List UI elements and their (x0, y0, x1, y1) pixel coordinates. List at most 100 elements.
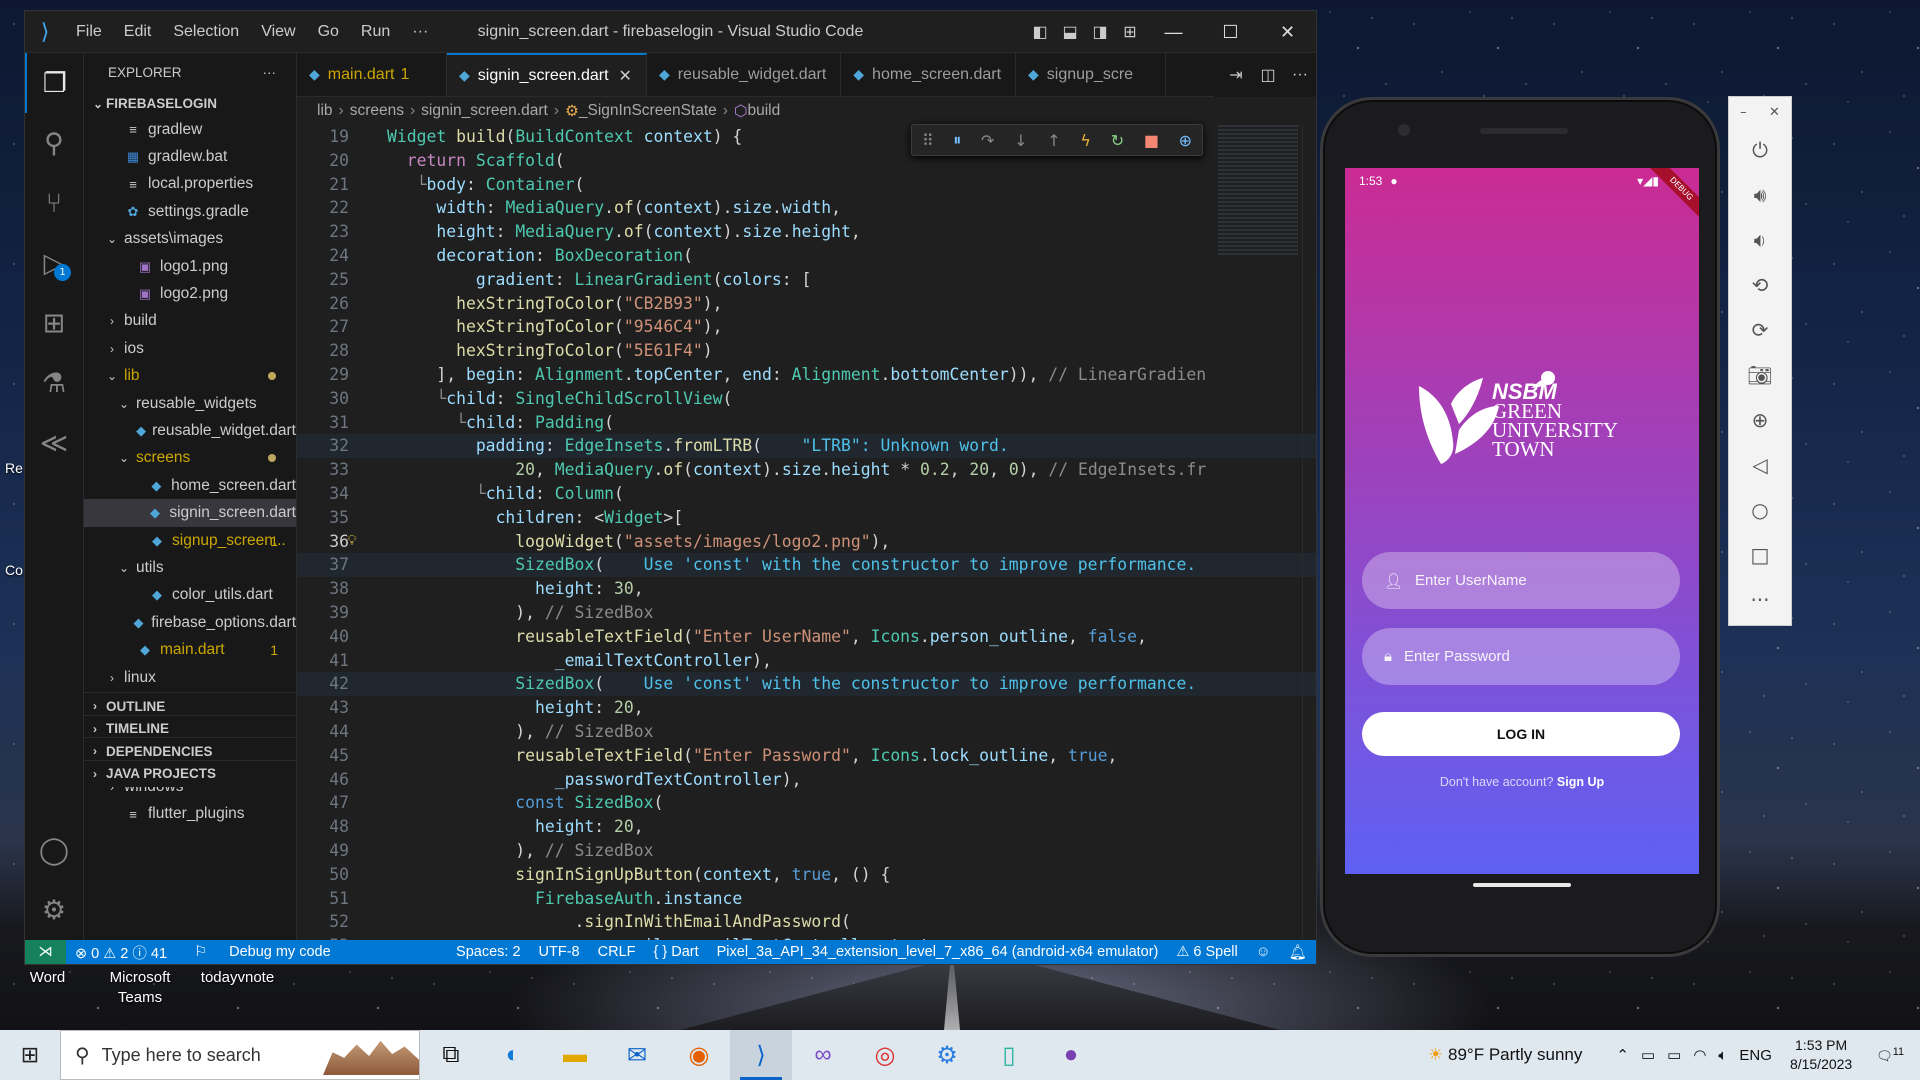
volume-down-icon[interactable]: 🔉︎ (1729, 217, 1791, 262)
username-input[interactable]: 👤︎ Enter UserName (1362, 552, 1680, 609)
mail-icon[interactable]: ✉ (606, 1030, 668, 1080)
breadcrumb-item[interactable]: build (747, 102, 780, 120)
menu-item[interactable]: File (65, 11, 113, 53)
code-line[interactable]: 36 💡︎ logoWidget("assets/images/logo2.png… (297, 530, 1316, 554)
code-line[interactable]: 51 FirebaseAuth.instance (297, 887, 1316, 911)
file-item[interactable]: ◆ signin_screen.dart (84, 499, 296, 527)
editor-tab[interactable]: ◆ signup_scre (1016, 53, 1167, 96)
file-item[interactable]: ▦ gradlew.bat (84, 143, 296, 170)
emulator-minimize-button[interactable]: – (1740, 105, 1747, 120)
file-item[interactable]: ✿ settings.gradle (84, 198, 296, 225)
code-line[interactable]: 52 .signInWithEmailAndPassword( (297, 910, 1316, 934)
run-debug-icon[interactable]: ▷ 1 (25, 233, 83, 293)
editor-tab[interactable]: ◆ home_screen.dart (841, 53, 1017, 96)
file-item[interactable]: ≡ flutter_plugins (84, 801, 296, 828)
explorer-icon[interactable]: ❐ (25, 53, 83, 113)
code-line[interactable]: 43 height: 20, (297, 696, 1316, 720)
windows-start-icon[interactable]: ⊞ (0, 1042, 60, 1068)
toggle-secondary-sidebar-icon[interactable]: ◨ (1085, 22, 1115, 42)
workspace-root[interactable]: ⌄ FIREBASELOGIN (84, 91, 296, 116)
code-line[interactable]: 31 └child: Padding( (297, 411, 1316, 435)
settings-gear-icon[interactable]: ⚙ (25, 880, 83, 940)
code-line[interactable]: 34 └child: Column( (297, 482, 1316, 506)
task-view-icon[interactable]: ⧉ (420, 1030, 482, 1080)
folder-item[interactable]: ⌄ lib (84, 363, 296, 390)
taskbar-search-box[interactable]: ⚲ Type here to search (60, 1030, 420, 1080)
power-icon[interactable]: ⏻ (1729, 127, 1791, 172)
file-item[interactable]: ◆ signup_screen... 1 (84, 527, 296, 554)
visual-studio-icon[interactable]: ∞ (792, 1030, 854, 1080)
password-input[interactable]: 🔒︎ Enter Password (1362, 628, 1680, 685)
device-icon[interactable]: ▭ (1641, 1046, 1655, 1064)
file-item[interactable]: ▣ logo1.png (84, 253, 296, 280)
code-line[interactable]: 48 height: 20, (297, 815, 1316, 839)
code-line[interactable]: 24 decoration: BoxDecoration( (297, 244, 1316, 268)
github-desktop-icon[interactable]: ● (1040, 1030, 1102, 1080)
code-line[interactable]: 46 _passwordTextController), (297, 768, 1316, 792)
file-item[interactable]: ◆ main.dart 1 (84, 636, 296, 663)
desktop-icon-word[interactable]: Word (20, 968, 75, 988)
back-icon[interactable]: ◁ (1729, 442, 1791, 487)
code-line[interactable]: 42 SizedBox( Use 'const' with the constr… (297, 672, 1316, 697)
code-line[interactable]: 26 hexStringToColor("CB2B93"), (297, 292, 1316, 316)
split-editor-icon[interactable]: ◫ (1252, 65, 1284, 85)
taskbar-clock[interactable]: 1:53 PM 8/15/2023 (1790, 1036, 1852, 1074)
file-item[interactable]: ≡ local.properties (84, 171, 296, 198)
battery-icon[interactable]: ▭ (1667, 1046, 1681, 1064)
encoding-status[interactable]: UTF-8 (530, 944, 589, 960)
minimize-button[interactable]: — (1145, 22, 1202, 43)
folder-item[interactable]: › ios (84, 335, 296, 362)
folder-item[interactable]: › build (84, 308, 296, 335)
menu-item[interactable]: Run (350, 11, 401, 53)
file-item[interactable]: ◆ home_screen.dart (84, 472, 296, 499)
rotate-right-icon[interactable]: ⟳ (1729, 307, 1791, 352)
code-line[interactable]: 35 children: <Widget>[ (297, 506, 1316, 530)
minimap[interactable] (1218, 125, 1298, 255)
breadcrumb-item[interactable]: signin_screen.dart (421, 102, 548, 120)
menu-item[interactable]: Edit (113, 11, 163, 53)
code-line[interactable]: 38 height: 30, (297, 577, 1316, 601)
feedback-icon[interactable]: ☺ (1247, 944, 1280, 960)
weather-widget[interactable]: ☀ 89°F Partly sunny (1428, 1045, 1582, 1065)
code-line[interactable]: 40 reusableTextField("Enter UserName", I… (297, 625, 1316, 649)
speaker-icon[interactable]: 🔈︎ (1718, 1047, 1727, 1064)
open-changes-icon[interactable]: ⇥ (1220, 65, 1252, 85)
sidebar-section[interactable]: › JAVA PROJECTS (84, 759, 296, 787)
accounts-icon[interactable]: ◯ (25, 820, 83, 880)
code-editor[interactable]: 19 Widget build(BuildContext context) {20… (297, 125, 1316, 940)
home-icon[interactable]: ○ (1729, 487, 1791, 532)
vscode-taskbar-icon[interactable]: ⟩ (730, 1030, 792, 1080)
volume-up-icon[interactable]: 🔊︎ (1729, 172, 1791, 217)
edge-browser-icon[interactable]: ◐ (482, 1030, 544, 1080)
tab-close-icon[interactable]: ✕ (619, 66, 632, 86)
screenshot-camera-icon[interactable]: 📷︎ (1729, 352, 1791, 397)
device-status[interactable]: Pixel_3a_API_34_extension_level_7_x86_64… (708, 944, 1168, 960)
code-line[interactable]: 49 ), // SizedBox (297, 839, 1316, 863)
menu-item[interactable]: View (250, 11, 306, 53)
maximize-button[interactable]: ☐ (1202, 22, 1259, 43)
desktop-icon-todayvnote[interactable]: todayvnote (190, 968, 285, 988)
code-line[interactable]: 27 hexStringToColor("9546C4"), (297, 315, 1316, 339)
file-item[interactable]: ◆ color_utils.dart (84, 582, 296, 609)
code-line[interactable]: 47 const SizedBox( (297, 791, 1316, 815)
overview-icon[interactable]: □ (1729, 532, 1791, 577)
debug-status[interactable]: ⚐ Debug my code (176, 944, 349, 960)
code-line[interactable]: 22 width: MediaQuery.of(context).size.wi… (297, 196, 1316, 220)
breadcrumb-item[interactable]: lib (317, 102, 333, 120)
app-screen[interactable]: 1:53 ● ▾◢▮ DEBUG NSBM GREEN UNIVERSITY T… (1345, 168, 1699, 874)
firefox-icon[interactable]: ◉ (668, 1030, 730, 1080)
login-button[interactable]: LOG IN (1362, 712, 1680, 756)
zoom-icon[interactable]: ⊕ (1729, 397, 1791, 442)
editor-tab[interactable]: ◆ main.dart 1 (297, 53, 447, 96)
flutter-icon[interactable]: ≪ (25, 413, 83, 473)
code-line[interactable]: 39 ), // SizedBox (297, 601, 1316, 625)
editor-tab[interactable]: ◆ reusable_widget.dart (647, 53, 842, 96)
code-line[interactable]: 28 hexStringToColor("5E61F4") (297, 339, 1316, 363)
more-options-icon[interactable]: ··· (1729, 577, 1791, 622)
language-indicator[interactable]: ENG (1739, 1047, 1772, 1064)
android-studio-icon[interactable]: ⚙ (916, 1030, 978, 1080)
indentation-status[interactable]: Spaces: 2 (447, 944, 530, 960)
code-line[interactable]: 32 padding: EdgeInsets.fromLTRB( "LTRB":… (297, 434, 1316, 459)
spell-status[interactable]: ⚠ 6 Spell (1167, 944, 1246, 960)
code-line[interactable]: 37 SizedBox( Use 'const' with the constr… (297, 553, 1316, 578)
